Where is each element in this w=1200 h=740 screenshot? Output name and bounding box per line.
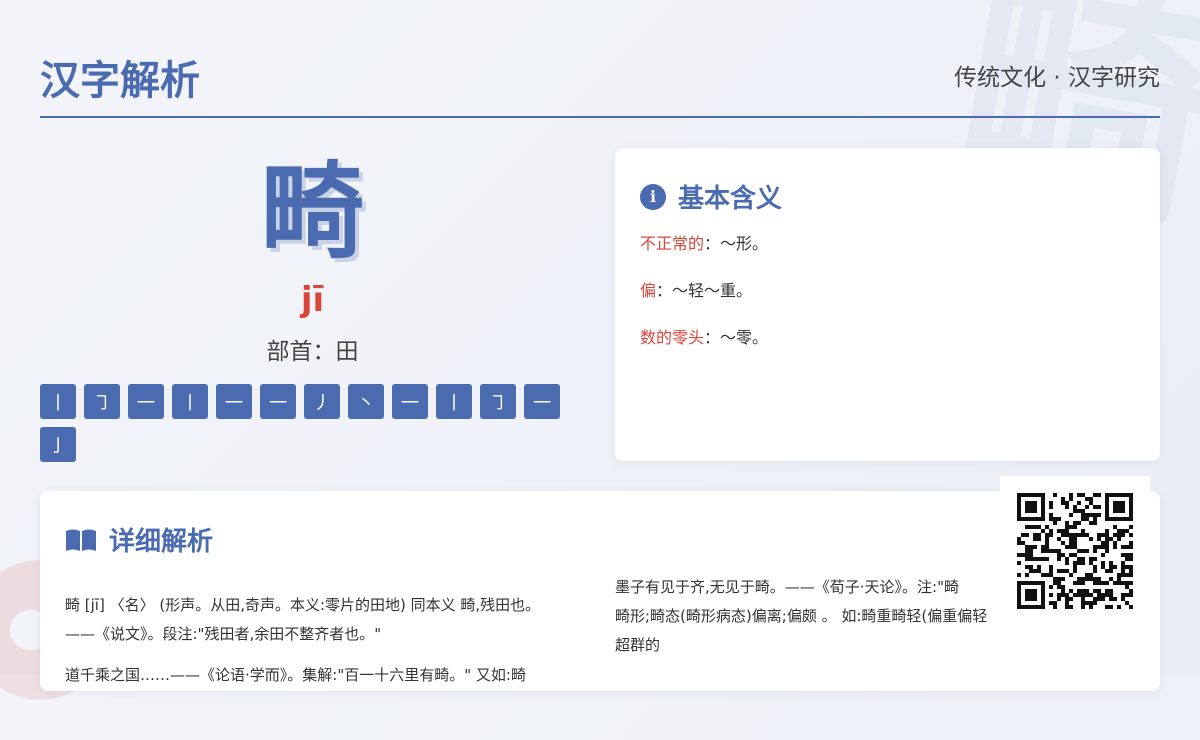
character-panel: 畸 jī 部首：田 丨㇆一丨一一丿丶一丨㇆一亅 (40, 150, 580, 470)
basic-meaning-title: 基本含义 (678, 184, 783, 214)
stroke-order-list: 丨㇆一丨一一丿丶一丨㇆一亅 (40, 384, 580, 462)
qr-code (1000, 476, 1150, 626)
stroke-item: ㇆ (84, 384, 120, 419)
detail-line: 道千乘之国……——《论语·学而》。集解:"百一十六里有畸。" 又如:畸 (65, 666, 526, 684)
detail-title: 详细解析 (109, 527, 214, 557)
detail-line (65, 649, 585, 661)
page-header: 汉字解析 传统文化 · 汉字研究 (40, 40, 1160, 118)
stroke-item: 一 (524, 384, 560, 419)
detail-line: ——《说文》。段注:"残田者,余田不整齐者也。" (65, 625, 382, 643)
meaning-list: 不正常的：～形。 偏：～轻～重。 数的零头：～零。 (640, 234, 768, 375)
meaning-term: 数的零头 (640, 328, 705, 347)
basic-meaning-card: i 基本含义 不正常的：～形。 偏：～轻～重。 数的零头：～零。 (615, 148, 1160, 461)
stroke-item: 一 (260, 384, 296, 419)
meaning-item: 偏：～轻～重。 (640, 281, 768, 328)
meaning-text: ：～形。 (704, 234, 769, 253)
meaning-text: ：～零。 (704, 328, 769, 347)
detail-line: 畸 [jī] 〈名〉 (形声。从田,奇声。本义:零片的田地) 同本义 畸,残田也… (65, 596, 541, 614)
meaning-item: 不正常的：～形。 (640, 234, 768, 281)
detail-card: 详细解析 畸 [jī] 〈名〉 (形声。从田,奇声。本义:零片的田地) 同本义 … (40, 491, 1160, 691)
stroke-item: 丨 (40, 384, 76, 419)
stroke-item: ㇆ (480, 384, 516, 419)
detail-line: 墨子有见于齐,无见于畸。——《荀子·天论》。注:"畸 (615, 578, 959, 596)
detail-line: 畸形;畸态(畸形病态)偏离;偏颇 。 如:畸重畸轻(偏重偏轻 (615, 607, 988, 625)
qr-code-icon (1017, 493, 1133, 609)
meaning-term: 不正常的 (640, 234, 705, 253)
stroke-item: 一 (216, 384, 252, 419)
detail-heading: 详细解析 (65, 521, 213, 558)
stroke-item: 丶 (348, 384, 384, 419)
character-radical: 部首：田 (266, 339, 359, 365)
stroke-item: 丨 (172, 384, 208, 419)
detail-column-left: 畸 [jī] 〈名〉 (形声。从田,奇声。本义:零片的田地) 同本义 畸,残田也… (65, 591, 585, 690)
detail-line: 超群的 (615, 636, 661, 654)
stroke-item: 一 (128, 384, 164, 419)
character-pinyin: jī (300, 280, 325, 320)
stroke-item: 丿 (304, 384, 340, 419)
info-icon: i (640, 183, 666, 210)
character-glyph: 畸 (260, 151, 365, 273)
stroke-item: 一 (392, 384, 428, 419)
page-subtitle: 传统文化 · 汉字研究 (954, 65, 1160, 91)
meaning-item: 数的零头：～零。 (640, 328, 768, 375)
meaning-text: ：～轻～重。 (656, 281, 753, 300)
book-icon (66, 529, 96, 551)
stroke-item: 丨 (436, 384, 472, 419)
meaning-term: 偏 (640, 281, 657, 300)
page-title: 汉字解析 (40, 58, 200, 104)
basic-meaning-heading: i 基本含义 (640, 178, 782, 215)
detail-column-right: 墨子有见于齐,无见于畸。——《荀子·天论》。注:"畸 畸形;畸态(畸形病态)偏离… (615, 573, 1010, 660)
stroke-item: 亅 (40, 427, 76, 462)
